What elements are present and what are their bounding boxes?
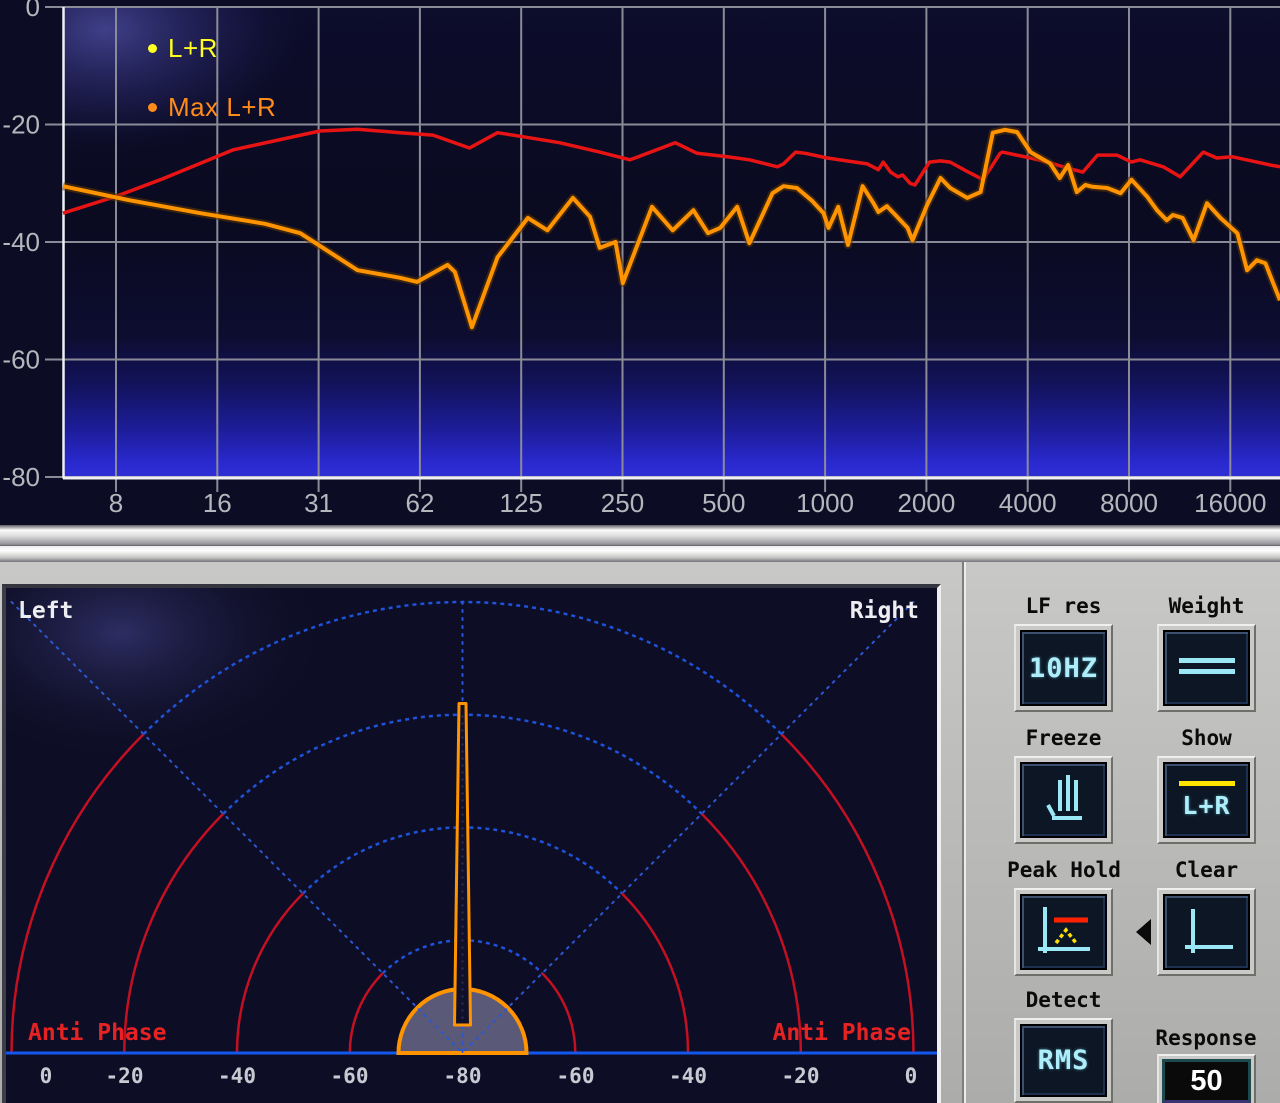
freeze-label: Freeze [1025, 726, 1102, 750]
svg-text:-60: -60 [331, 1064, 369, 1088]
phase-scope-frame: 0 -20 -40 -60 -80 -60 -40 -20 0 Left Right Anti … [0, 483, 941, 1103]
section-divider [0, 525, 1280, 562]
response-label: Response [1155, 1026, 1257, 1050]
lower-panel: 0 -20 -40 -60 -80 -60 -40 -20 0 Left Right Anti … [0, 483, 1280, 1103]
lf-res-value: 10HZ [1028, 652, 1099, 684]
spectrum-analyzer-display: 8 16 31 62 125 250 500 1000 2000 4000 8000 16000 0 -2… [0, 0, 1280, 525]
svg-text:1000: 1000 [796, 488, 854, 518]
svg-text:125: 125 [500, 488, 543, 518]
show-value: L+R [1182, 790, 1231, 820]
control-panel: LF res 10HZ Weight Freeze Show L+R Peak … [962, 562, 1280, 1103]
anti-phase-label-right: Anti Phase [772, 1020, 911, 1046]
svg-text:-80: -80 [2, 462, 40, 492]
svg-text:16000: 16000 [1194, 488, 1266, 518]
lf-res-button[interactable]: 10HZ [1014, 624, 1113, 712]
clear-button[interactable] [1157, 888, 1256, 976]
svg-text:-20: -20 [106, 1064, 144, 1088]
freeze-button-face [1020, 762, 1107, 838]
legend-item-lr: L+R [148, 33, 276, 63]
arrow-left-icon [1136, 919, 1151, 945]
spectrum-legend: L+R Max L+R [148, 33, 276, 151]
lf-res-button-face: 10HZ [1020, 630, 1107, 706]
svg-text:-40: -40 [218, 1064, 256, 1088]
svg-text:8000: 8000 [1100, 488, 1158, 518]
svg-text:0: 0 [26, 0, 40, 22]
axes-icon [1175, 901, 1239, 964]
anti-phase-label-left: Anti Phase [28, 1020, 167, 1046]
svg-text:0: 0 [905, 1064, 918, 1088]
svg-text:-60: -60 [2, 345, 40, 375]
lf-res-label: LF res [1025, 594, 1102, 618]
svg-text:-40: -40 [2, 227, 40, 257]
weight-button-face [1163, 630, 1250, 706]
svg-text:16: 16 [203, 488, 232, 518]
weight-label: Weight [1168, 594, 1245, 618]
paz-analyzer-window: 8 16 31 62 125 250 500 1000 2000 4000 8000 16000 0 -2… [0, 0, 1280, 1103]
left-channel-label: Left [18, 598, 74, 624]
show-label: Show [1181, 726, 1232, 750]
response-field[interactable]: 50 [1157, 1054, 1256, 1103]
detect-value: RMS [1037, 1045, 1090, 1076]
svg-text:2000: 2000 [897, 488, 955, 518]
peak-hold-button-face [1020, 894, 1107, 970]
svg-text:500: 500 [702, 488, 745, 518]
show-button-face: L+R [1163, 762, 1250, 838]
double-line-icon [1178, 655, 1236, 682]
response-value: 50 [1190, 1064, 1223, 1097]
svg-text:-40: -40 [669, 1064, 707, 1088]
response-field-inner: 50 [1162, 1059, 1251, 1103]
show-button[interactable]: L+R [1157, 756, 1256, 844]
legend-label-max-lr: Max L+R [168, 91, 277, 122]
detect-button[interactable]: RMS [1014, 1018, 1113, 1103]
right-channel-label: Right [849, 598, 919, 624]
weight-button[interactable] [1157, 624, 1256, 712]
detect-label: Detect [1025, 988, 1102, 1012]
divider-bar-top [0, 525, 1280, 546]
yellow-line-icon [1178, 780, 1235, 786]
divider-bar-bottom [0, 546, 1280, 562]
svg-text:-20: -20 [2, 110, 40, 140]
svg-text:62: 62 [405, 488, 434, 518]
hand-icon [1035, 771, 1093, 830]
legend-dot-lr-icon [148, 43, 157, 53]
peak-hold-button[interactable] [1014, 888, 1113, 976]
legend-label-lr: L+R [168, 32, 218, 63]
svg-text:0: 0 [40, 1064, 53, 1088]
freeze-button[interactable] [1014, 756, 1113, 844]
legend-dot-max-lr-icon [148, 102, 157, 112]
peak-hold-label: Peak Hold [1007, 858, 1121, 882]
svg-text:8: 8 [109, 488, 123, 518]
svg-text:4000: 4000 [999, 488, 1057, 518]
phase-scope-display: 0 -20 -40 -60 -80 -60 -40 -20 0 Left Right Anti … [0, 483, 937, 1101]
peak-curve-icon [1032, 901, 1096, 964]
clear-button-face [1163, 894, 1250, 970]
svg-text:-20: -20 [782, 1064, 820, 1088]
svg-text:31: 31 [304, 488, 333, 518]
svg-text:-80: -80 [444, 1064, 482, 1088]
legend-item-max-lr: Max L+R [148, 92, 276, 122]
clear-label: Clear [1174, 858, 1239, 882]
svg-text:-60: -60 [557, 1064, 595, 1088]
svg-text:250: 250 [601, 488, 644, 518]
detect-button-face: RMS [1020, 1024, 1107, 1097]
